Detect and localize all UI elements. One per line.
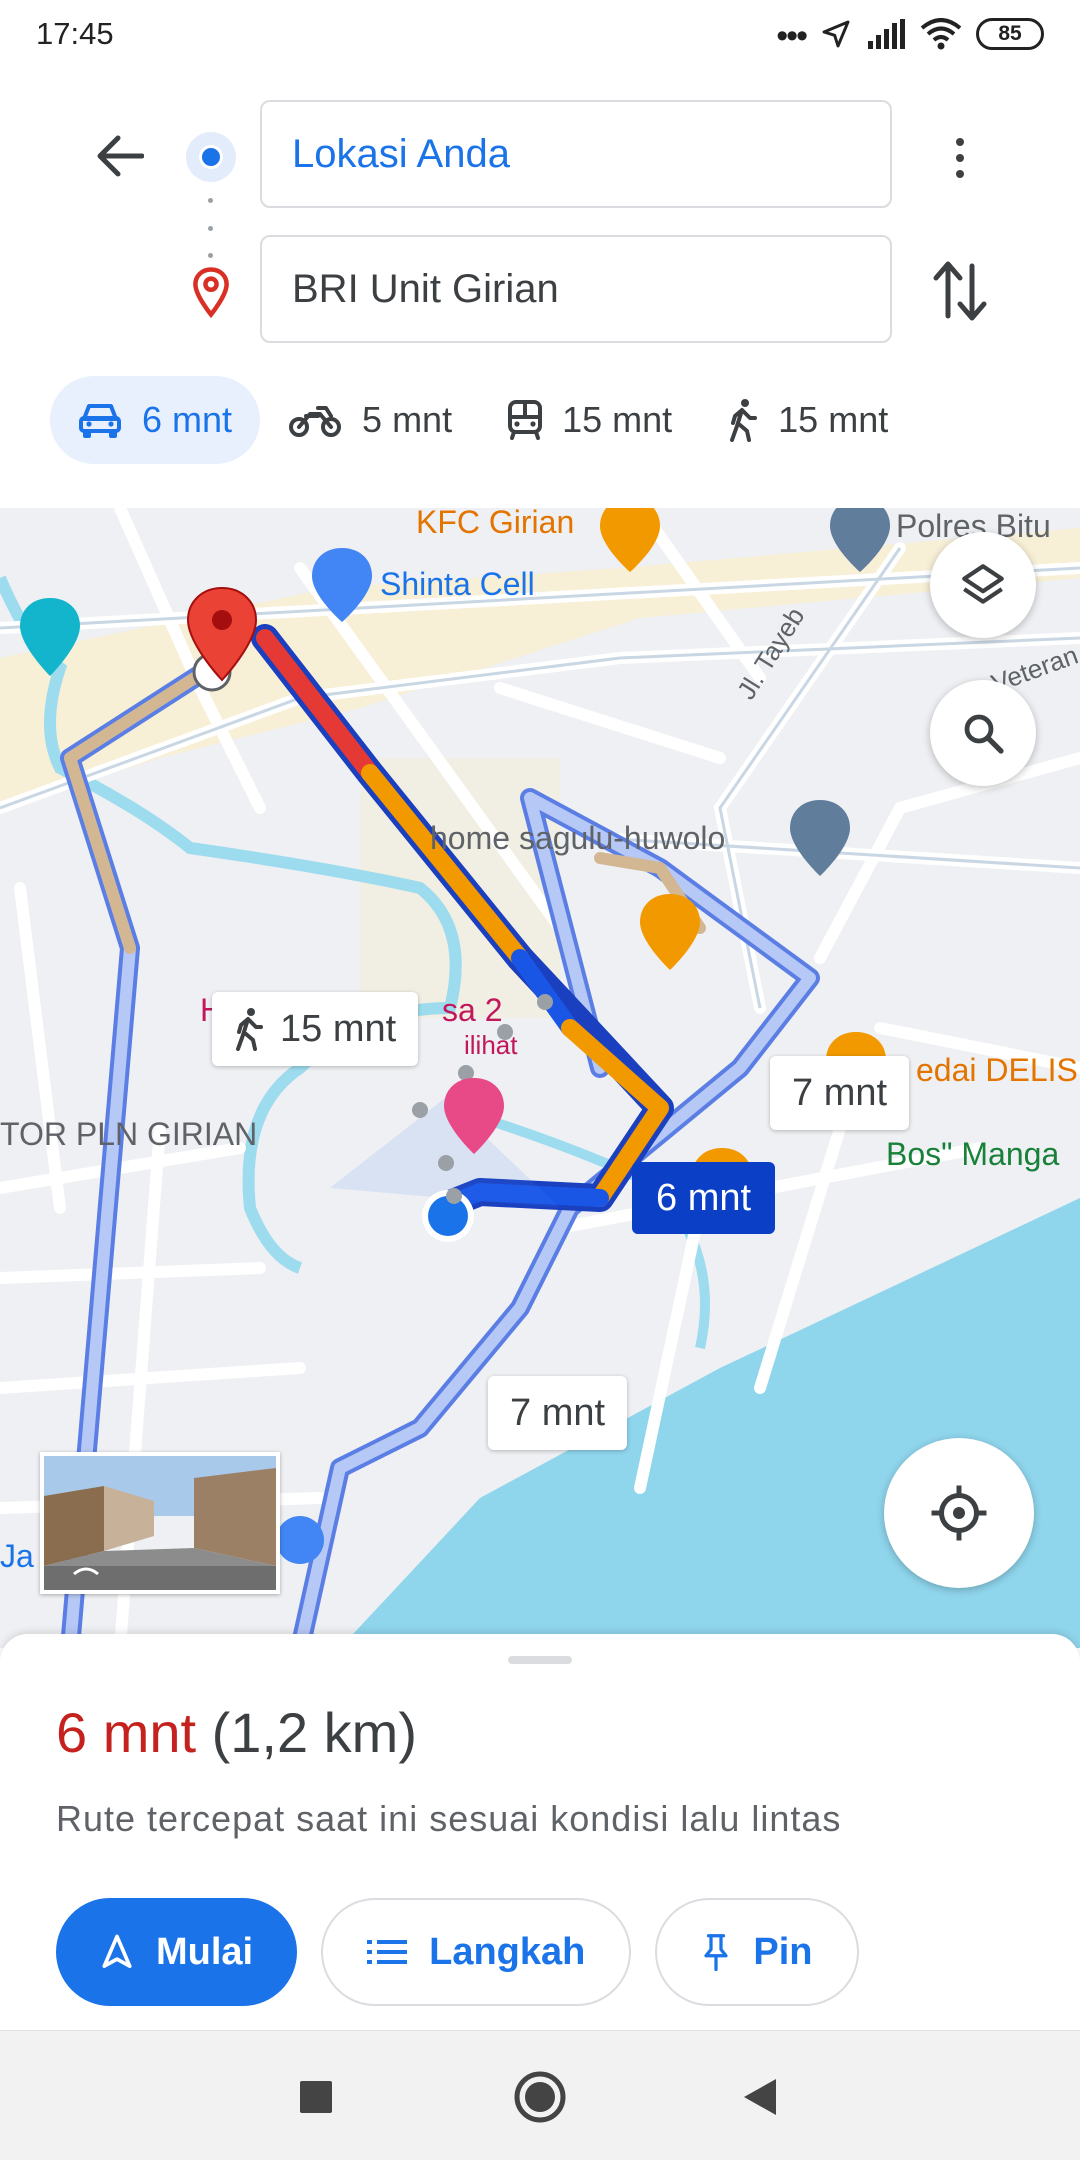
search-icon: [964, 714, 1004, 754]
home-button[interactable]: [508, 2065, 572, 2129]
travel-mode-tabs: 6 mnt 5 mnt 15 mnt 15 mnt: [50, 376, 916, 464]
pin-button-label: Pin: [753, 1930, 813, 1973]
swap-icon[interactable]: [930, 256, 990, 326]
tab-walk[interactable]: 15 mnt: [700, 376, 916, 464]
destination-pin-icon: [193, 267, 229, 318]
pin-icon: [704, 1934, 728, 1972]
crosshair-icon: [931, 1485, 987, 1541]
status-bar: 17:45 ••• 85: [0, 0, 1080, 70]
origin-input[interactable]: Lokasi Anda: [260, 100, 892, 208]
tab-transit[interactable]: 15 mnt: [480, 376, 700, 464]
layers-button[interactable]: [930, 532, 1036, 638]
route-distance: (1,2 km): [211, 1701, 417, 1764]
walk-icon: [730, 399, 758, 442]
street-view-thumbnail[interactable]: [40, 1452, 280, 1594]
walk-time-label: 15 mnt: [280, 1007, 397, 1050]
route-duration: 6 mnt: [56, 1701, 197, 1764]
route-description: Rute tercepat saat ini sesuai kondisi la…: [56, 1798, 842, 1839]
status-icons: ••• 85: [776, 14, 1044, 54]
tab-car-label: 6 mnt: [142, 399, 233, 440]
status-time: 17:45: [36, 16, 114, 51]
location-arrow-icon: [822, 20, 850, 48]
alt-route-callout-2[interactable]: 7 mnt: [488, 1376, 628, 1450]
arrow-back-icon: [97, 135, 144, 177]
pin-button[interactable]: Pin: [655, 1898, 859, 2006]
tab-car[interactable]: 6 mnt: [50, 376, 261, 464]
recents-button[interactable]: [284, 2065, 348, 2129]
map-view[interactable]: KFC Girian Polres Bitu Shinta Cell Jl. T…: [0, 508, 1080, 1648]
destination-input[interactable]: BRI Unit Girian: [260, 235, 892, 343]
transit-icon: [508, 400, 543, 440]
more-options-button[interactable]: [934, 126, 986, 190]
directions-header: Lokasi Anda BRI Unit Girian 6 mnt 5 mnt: [0, 70, 1080, 508]
route-connector-icon: [207, 198, 213, 258]
start-button-label: Mulai: [156, 1930, 254, 1973]
tab-walk-label: 15 mnt: [778, 399, 889, 440]
my-location-button[interactable]: [884, 1438, 1034, 1588]
poi-bos-label[interactable]: Bos" Manga: [886, 1136, 1059, 1173]
route-summary-sheet[interactable]: 6 mnt (1,2 km) Rute tercepat saat ini se…: [0, 1634, 1080, 2030]
triangle-back-icon: [744, 2079, 776, 2115]
square-icon: [300, 2081, 332, 2113]
route-actions: Mulai Langkah Pin: [56, 1898, 859, 2006]
steps-button-label: Langkah: [429, 1930, 586, 1973]
battery-indicator: 85: [976, 18, 1044, 50]
route-summary: 6 mnt (1,2 km): [56, 1700, 417, 1765]
motorcycle-icon: [289, 406, 342, 437]
steps-button[interactable]: Langkah: [321, 1898, 632, 2006]
tab-transit-label: 15 mnt: [562, 399, 673, 440]
signal-icon: [868, 19, 905, 49]
main-route-callout[interactable]: 6 mnt: [632, 1162, 776, 1234]
street-view-image: [44, 1456, 276, 1590]
wifi-icon: [920, 18, 962, 50]
sheet-drag-handle[interactable]: [508, 1656, 572, 1664]
poi-shinta-label[interactable]: Shinta Cell: [380, 566, 535, 603]
poi-kfc-label[interactable]: KFC Girian: [416, 508, 574, 541]
system-navigation-bar: [0, 2030, 1080, 2160]
walk-icon: [236, 1008, 263, 1051]
layers-icon: [962, 564, 1004, 604]
walk-time-callout[interactable]: 15 mnt: [212, 992, 419, 1066]
search-along-route-button[interactable]: [930, 680, 1036, 786]
navigation-arrow-icon: [102, 1934, 132, 1969]
poi-ja-label[interactable]: Ja: [0, 1538, 34, 1575]
area-pln-label: TOR PLN GIRIAN: [0, 1116, 258, 1152]
origin-dot-icon: [186, 132, 236, 182]
alt-route-callout-1[interactable]: 7 mnt: [770, 1056, 910, 1130]
poi-home-label[interactable]: home sagulu-huwolo: [430, 820, 725, 857]
start-button[interactable]: Mulai: [56, 1898, 298, 2006]
back-nav-button[interactable]: [728, 2065, 792, 2129]
more-notifications-icon: •••: [776, 17, 808, 55]
poi-kedai-label[interactable]: edai DELIS: [916, 1052, 1078, 1089]
poi-hotel-label-b[interactable]: sa 2: [442, 992, 502, 1029]
back-button[interactable]: [88, 124, 152, 188]
car-icon: [79, 404, 121, 438]
tab-motorcycle-label: 5 mnt: [362, 399, 453, 440]
tab-motorcycle[interactable]: 5 mnt: [260, 376, 480, 464]
list-icon: [367, 1940, 408, 1964]
poi-hotel-label-c[interactable]: ilihat: [464, 1030, 517, 1061]
circle-home-icon: [514, 2071, 566, 2123]
